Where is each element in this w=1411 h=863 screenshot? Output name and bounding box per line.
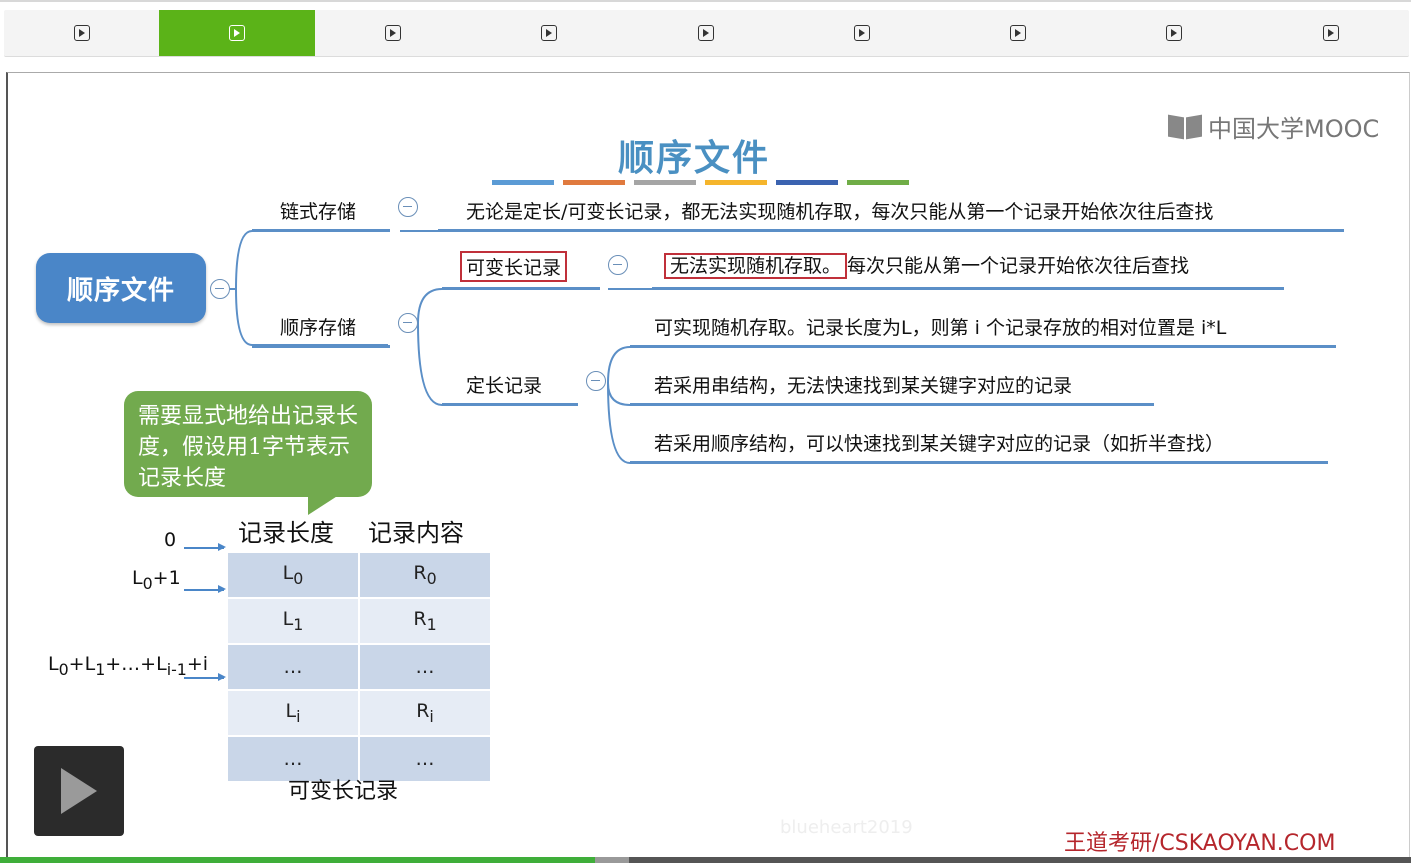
node-chain-storage: 链式存储: [280, 201, 357, 223]
play-square-icon: [698, 25, 714, 41]
underline: [630, 403, 1154, 406]
arrow-icon: [184, 544, 226, 550]
progress-played: [0, 857, 596, 863]
collapse-chain-icon[interactable]: [398, 197, 418, 217]
record-table: L0 R0 L1 R1 …… Li Ri ……: [226, 551, 492, 783]
table-caption: 可变长记录: [288, 779, 399, 804]
node-chain-desc: 无论是定长/可变长记录，都无法实现随机存取，每次只能从第一个记录开始依次往后查找: [466, 201, 1214, 223]
callout-bubble: 需要显式地给出记录长度，假设用1字节表示记录长度: [124, 391, 372, 497]
tab-video-3[interactable]: [315, 10, 471, 56]
brand-text: 王道考研/CSKAOYAN.COM: [1064, 831, 1336, 856]
underline: [630, 345, 1336, 348]
tab-video-2[interactable]: [159, 10, 315, 56]
offset-label-1: L0+1: [132, 567, 181, 593]
underline: [442, 287, 600, 290]
tab-video-7[interactable]: [940, 10, 1096, 56]
header-record-length: 记录长度: [238, 519, 334, 547]
table-row: ……: [226, 643, 492, 691]
table-row: L0 R0: [226, 551, 492, 599]
underline: [252, 345, 390, 348]
window-top-border: [0, 0, 1411, 2]
table-cell: R0: [358, 551, 492, 599]
watermark-text: blueheart2019: [780, 817, 913, 838]
collapse-fixed-icon[interactable]: [586, 371, 606, 391]
play-square-icon: [1323, 25, 1339, 41]
play-square-icon: [541, 25, 557, 41]
node-fixed-desc-3: 若采用顺序结构，可以快速找到某关键字对应的记录（如折半查找）: [654, 433, 1225, 455]
arrow-icon: [184, 586, 226, 592]
slide-content: 中国大学MOOC 顺序文件 顺序文件 链式存储 无论是定长/可变长记录，都无法实…: [6, 72, 1410, 859]
offset-l: L: [132, 567, 143, 589]
play-square-icon: [229, 25, 245, 41]
tab-video-9[interactable]: [1253, 10, 1409, 56]
variable-desc-rest: 每次只能从第一个记录开始依次往后查找: [847, 255, 1190, 277]
offset-sub: 0: [142, 573, 153, 593]
table-cell: …: [358, 643, 492, 691]
table-cell: L1: [226, 597, 360, 645]
table-cell: L0: [226, 551, 360, 599]
node-seq-storage: 顺序存储: [280, 317, 357, 339]
play-square-icon: [1166, 25, 1182, 41]
play-square-icon: [385, 25, 401, 41]
collapse-root-icon[interactable]: [210, 279, 230, 299]
variable-desc-boxed: 无法实现随机存取。: [664, 253, 848, 279]
arrow-icon: [184, 674, 226, 680]
tab-video-5[interactable]: [628, 10, 784, 56]
underline: [652, 287, 1284, 290]
callout-tail: [308, 493, 342, 515]
tab-video-8[interactable]: [1096, 10, 1252, 56]
node-fixed-desc-2: 若采用串结构，无法快速找到某关键字对应的记录: [654, 375, 1073, 397]
collapse-variable-icon[interactable]: [608, 255, 628, 275]
offset-label-i: L0+L1+…+Li-1+i: [48, 653, 209, 679]
collapse-seq-icon[interactable]: [398, 313, 418, 333]
tab-video-1[interactable]: [4, 10, 160, 56]
table-cell: Li: [226, 689, 360, 737]
node-fixed-desc-1: 可实现随机存取。记录长度为L，则第 i 个记录存放的相对位置是 i*L: [654, 317, 1227, 339]
play-button[interactable]: [34, 746, 124, 836]
offset-label-0: 0: [164, 529, 177, 551]
play-square-icon: [854, 25, 870, 41]
offset-tail: +1: [152, 567, 181, 589]
underline: [252, 229, 390, 232]
node-variable-desc: 无法实现随机存取。 每次只能从第一个记录开始依次往后查找: [664, 251, 1190, 279]
table-row: Li Ri: [226, 689, 492, 737]
tab-video-4[interactable]: [471, 10, 627, 56]
video-progress-bar[interactable]: [0, 857, 1411, 863]
play-square-icon: [1010, 25, 1026, 41]
table-cell: R1: [358, 597, 492, 645]
progress-buffered: [595, 857, 630, 863]
underline: [438, 229, 1344, 232]
play-square-icon: [74, 25, 90, 41]
node-variable-record: 可变长记录: [460, 251, 568, 282]
root-node[interactable]: 顺序文件: [36, 253, 206, 323]
underline: [442, 403, 578, 406]
video-tab-bar: [4, 10, 1409, 57]
table-cell: Ri: [358, 689, 492, 737]
table-cell: …: [226, 643, 360, 691]
node-fixed-record: 定长记录: [466, 375, 543, 397]
tab-video-6[interactable]: [784, 10, 940, 56]
underline: [630, 461, 1328, 464]
table-row: L1 R1: [226, 597, 492, 645]
header-record-content: 记录内容: [368, 519, 464, 547]
